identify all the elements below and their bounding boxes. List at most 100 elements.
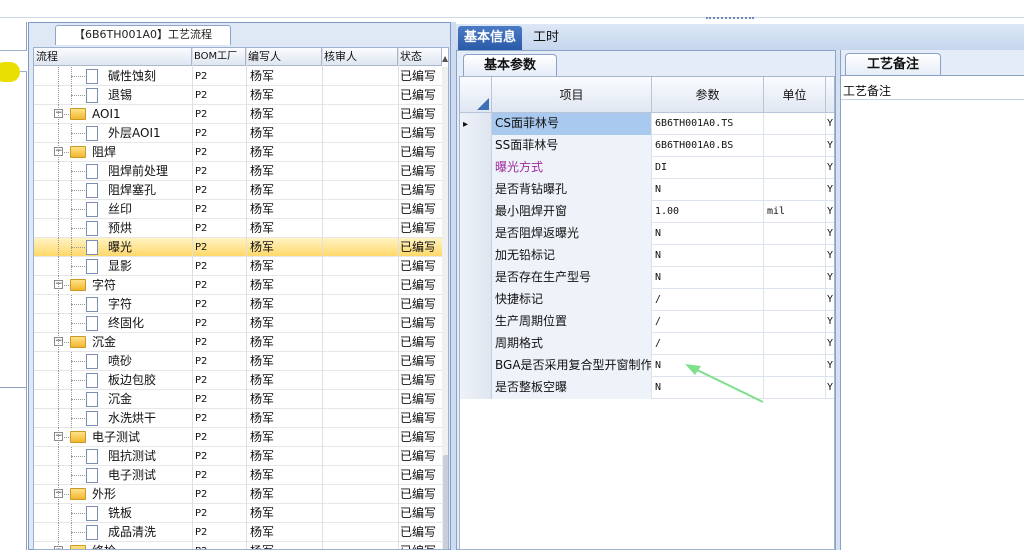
table-row[interactable]: 终固化 P2 杨军 已编写 <box>34 314 448 333</box>
table-row[interactable]: 铣板 P2 杨军 已编写 <box>34 504 448 523</box>
column-header-unit[interactable]: 单位 <box>764 77 826 113</box>
param-row[interactable]: 生产周期位置 / Y <box>460 311 834 333</box>
row-indicator[interactable] <box>460 267 492 289</box>
scroll-up-icon[interactable]: ▲ <box>442 54 448 64</box>
table-row[interactable]: 字符 P2 杨军 已编写 <box>34 295 448 314</box>
table-row[interactable]: − 沉金 P2 杨军 已编写 <box>34 333 448 352</box>
table-row[interactable]: 喷砂 P2 杨军 已编写 <box>34 352 448 371</box>
table-row[interactable]: 预烘 P2 杨军 已编写 <box>34 219 448 238</box>
param-unit: mil <box>764 201 826 223</box>
param-row[interactable]: 曝光方式 DI Y <box>460 157 834 179</box>
column-header-status[interactable]: 状态 <box>398 48 442 66</box>
row-indicator[interactable] <box>460 377 492 399</box>
status-text: 已编写 <box>400 335 437 349</box>
param-value-field[interactable]: N <box>652 245 764 267</box>
tab-basic-params[interactable]: 基本参数 <box>463 54 557 76</box>
flow-step-name: 丝印 <box>108 202 133 216</box>
process-flow-tab[interactable]: 【6B6TH001A0】工艺流程 <box>55 25 231 45</box>
row-indicator[interactable] <box>460 201 492 223</box>
param-row[interactable]: SS面菲林号 6B6TH001A0.BS Y <box>460 135 834 157</box>
param-value-field[interactable]: 1.00 <box>652 201 764 223</box>
tab-work-hours[interactable]: 工时 <box>526 26 566 50</box>
table-row[interactable]: 电子测试 P2 杨军 已编写 <box>34 466 448 485</box>
row-indicator[interactable] <box>460 157 492 179</box>
row-indicator[interactable] <box>460 223 492 245</box>
table-row[interactable]: 显影 P2 杨军 已编写 <box>34 257 448 276</box>
param-value-field[interactable]: DI <box>652 157 764 179</box>
table-row[interactable]: − AOI1 P2 杨军 已编写 <box>34 105 448 124</box>
table-row[interactable]: − 字符 P2 杨军 已编写 <box>34 276 448 295</box>
param-value-field[interactable]: / <box>652 333 764 355</box>
status-text: 已编写 <box>400 69 437 83</box>
tab-process-notes[interactable]: 工艺备注 <box>845 53 941 75</box>
folder-icon <box>70 108 86 120</box>
process-flow-grid: 流程 BOM工厂 编写人 核审人 状态 碱性蚀刻 P2 杨军 已编写 退锡 P2 杨军 已编写… <box>33 47 449 550</box>
document-icon <box>86 183 98 198</box>
column-header-item[interactable]: 项目 <box>492 77 652 113</box>
table-row[interactable]: 碱性蚀刻 P2 杨军 已编写 <box>34 67 448 86</box>
table-row[interactable]: 丝印 P2 杨军 已编写 <box>34 200 448 219</box>
row-indicator[interactable] <box>460 245 492 267</box>
writer-name: 杨军 <box>250 259 275 273</box>
column-header-writer[interactable]: 编写人 <box>246 48 322 66</box>
table-row[interactable]: 退锡 P2 杨军 已编写 <box>34 86 448 105</box>
scrollbar-thumb[interactable] <box>443 455 448 549</box>
column-header-flow[interactable]: 流程 <box>34 48 192 66</box>
param-item-name: 加无铅标记 <box>492 245 652 267</box>
process-flow-panel: 【6B6TH001A0】工艺流程 流程 BOM工厂 编写人 核审人 状态 碱性蚀… <box>28 22 451 550</box>
param-row[interactable]: 是否背钻曝孔 N Y <box>460 179 834 201</box>
bom-factory: P2 <box>195 280 208 291</box>
param-row[interactable]: 加无铅标记 N Y <box>460 245 834 267</box>
param-value-field[interactable]: N <box>652 267 764 289</box>
table-row[interactable]: 阻抗测试 P2 杨军 已编写 <box>34 447 448 466</box>
param-row[interactable]: 周期格式 / Y <box>460 333 834 355</box>
bom-factory: P2 <box>195 185 208 196</box>
row-indicator[interactable] <box>460 355 492 377</box>
param-extra-flag: Y <box>826 267 834 289</box>
row-indicator[interactable]: ▸ <box>460 113 492 135</box>
param-row[interactable]: ▸ CS面菲林号 6B6TH001A0.TS Y <box>460 113 834 135</box>
table-row[interactable]: −终检P2杨军已编写 <box>34 542 448 549</box>
table-row[interactable]: 成品清洗 P2 杨军 已编写 <box>34 523 448 542</box>
document-icon <box>86 297 98 312</box>
row-indicator[interactable] <box>460 289 492 311</box>
process-notes-area[interactable]: 工艺备注 <box>841 75 1024 550</box>
table-row[interactable]: 阻焊塞孔 P2 杨军 已编写 <box>34 181 448 200</box>
row-indicator[interactable] <box>460 333 492 355</box>
param-row[interactable]: 是否存在生产型号 N Y <box>460 267 834 289</box>
param-row[interactable]: 快捷标记 / Y <box>460 289 834 311</box>
table-row[interactable]: 外层AOI1 P2 杨军 已编写 <box>34 124 448 143</box>
table-row[interactable]: − 电子测试 P2 杨军 已编写 <box>34 428 448 447</box>
table-row[interactable]: − 阻焊 P2 杨军 已编写 <box>34 143 448 162</box>
param-row[interactable]: 最小阻焊开窗 1.00 mil Y <box>460 201 834 223</box>
bom-factory: P2 <box>195 242 208 253</box>
param-row[interactable]: 是否阻焊返曝光 N Y <box>460 223 834 245</box>
column-header-bom[interactable]: BOM工厂 <box>192 48 246 66</box>
param-value-field[interactable]: N <box>652 179 764 201</box>
column-header-reviewer[interactable]: 核审人 <box>322 48 398 66</box>
param-row[interactable]: BGA是否采用复合型开窗制作 N Y <box>460 355 834 377</box>
param-value-field[interactable]: / <box>652 311 764 333</box>
info-tabs: 基本信息 工时 <box>456 24 1024 50</box>
param-value-field[interactable]: 6B6TH001A0.TS <box>652 113 764 135</box>
table-row[interactable]: 水洗烘干 P2 杨军 已编写 <box>34 409 448 428</box>
top-splitter-grip[interactable] <box>706 17 754 22</box>
table-row[interactable]: 曝光 P2 杨军 已编写 <box>34 238 448 257</box>
param-value-field[interactable]: 6B6TH001A0.BS <box>652 135 764 157</box>
param-row[interactable]: 是否整板空曝 N Y <box>460 377 834 399</box>
row-indicator[interactable] <box>460 135 492 157</box>
table-row[interactable]: − 外形 P2 杨军 已编写 <box>34 485 448 504</box>
row-indicator[interactable] <box>460 179 492 201</box>
vertical-scrollbar[interactable]: ▲ <box>442 54 448 549</box>
row-indicator[interactable] <box>460 311 492 333</box>
param-value-field[interactable]: N <box>652 223 764 245</box>
param-extra-flag: Y <box>826 179 834 201</box>
chat-bubble-icon[interactable] <box>0 62 20 82</box>
param-value-field[interactable]: / <box>652 289 764 311</box>
tab-basic-info[interactable]: 基本信息 <box>458 26 522 50</box>
table-row[interactable]: 板边包胶 P2 杨军 已编写 <box>34 371 448 390</box>
column-header-param[interactable]: 参数 <box>652 77 764 113</box>
table-row[interactable]: 阻焊前处理 P2 杨军 已编写 <box>34 162 448 181</box>
table-row[interactable]: 沉金 P2 杨军 已编写 <box>34 390 448 409</box>
bom-factory: P2 <box>195 128 208 139</box>
